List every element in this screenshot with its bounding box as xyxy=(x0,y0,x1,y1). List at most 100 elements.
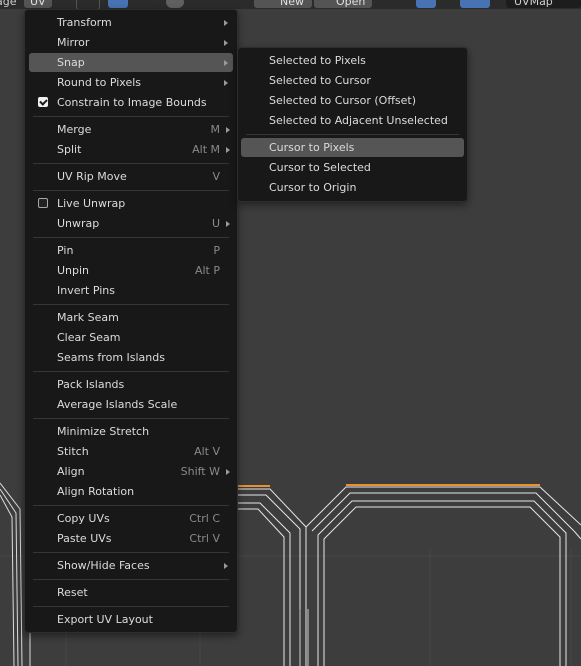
menu-item-unwrap[interactable]: Unwrap U xyxy=(29,214,233,233)
menu-item-transform[interactable]: Transform xyxy=(29,13,233,32)
menu-item-label: Average Islands Scale xyxy=(57,398,178,411)
menu-separator xyxy=(33,116,229,117)
menu-item-copy-uvs[interactable]: Copy UVs Ctrl C xyxy=(29,509,233,528)
menu-item-label: Cursor to Pixels xyxy=(269,141,355,154)
menu-item-snap[interactable]: Snap xyxy=(29,53,233,72)
menu-item-shortcut: Alt P xyxy=(194,264,220,277)
menu-item-label: Pin xyxy=(57,244,74,257)
editor-header: age UV New Open UVMap xyxy=(0,0,581,9)
new-image-label: New xyxy=(280,0,304,8)
menu-item-align-rotation[interactable]: Align Rotation xyxy=(29,482,233,501)
new-image-button[interactable]: New xyxy=(254,0,312,8)
menu-item-live-unwrap[interactable]: Live Unwrap xyxy=(29,194,233,213)
menu-item-label: Transform xyxy=(57,16,112,29)
submenu-arrow-icon xyxy=(224,80,228,86)
uv-map-selector[interactable]: UVMap xyxy=(506,0,581,8)
grid-select-icon[interactable] xyxy=(130,0,154,8)
checkbox-checked-icon[interactable] xyxy=(38,97,48,107)
menu-item-seams-from-islands[interactable]: Seams from Islands xyxy=(29,348,233,367)
menu-item-align[interactable]: Align Shift W xyxy=(29,462,233,481)
menu-item-split[interactable]: Split Alt M xyxy=(29,140,233,159)
uv-menu-label: UV xyxy=(30,0,46,8)
snap-item-selected-to-cursor[interactable]: Selected to Cursor xyxy=(241,71,464,90)
menu-item-shortcut: Alt V xyxy=(194,445,220,458)
menu-item-label: Show/Hide Faces xyxy=(57,559,150,572)
menu-item-shortcut: Ctrl C xyxy=(189,512,220,525)
menu-item-label: Live Unwrap xyxy=(57,197,126,210)
menu-item-label: Unpin xyxy=(57,264,90,277)
snap-item-selected-to-cursor-offset[interactable]: Selected to Cursor (Offset) xyxy=(241,91,464,110)
menu-item-mirror[interactable]: Mirror xyxy=(29,33,233,52)
menu-separator xyxy=(33,579,229,580)
menu-separator xyxy=(33,606,229,607)
image-browse-icon[interactable] xyxy=(226,0,248,8)
menu-item-shortcut: Shift W xyxy=(180,465,220,478)
menu-item-label: Selected to Cursor xyxy=(269,74,371,87)
menu-item-merge[interactable]: Merge M xyxy=(29,120,233,139)
submenu-arrow-icon xyxy=(226,469,230,475)
menu-item-label: Align xyxy=(57,465,85,478)
uv-island-right xyxy=(305,486,581,666)
menu-item-label: Align Rotation xyxy=(57,485,135,498)
menu-item-clear-seam[interactable]: Clear Seam xyxy=(29,328,233,347)
submenu-arrow-icon xyxy=(224,60,228,66)
menu-item-constrain-to-image-bounds[interactable]: Constrain to Image Bounds xyxy=(29,93,233,112)
menu-item-average-islands-scale[interactable]: Average Islands Scale xyxy=(29,395,233,414)
menu-item-label: Copy UVs xyxy=(57,512,110,525)
snap-item-cursor-to-pixels[interactable]: Cursor to Pixels xyxy=(241,138,464,157)
menu-item-show-hide-faces[interactable]: Show/Hide Faces xyxy=(29,556,233,575)
menu-separator xyxy=(33,304,229,305)
menu-item-label: UV Rip Move xyxy=(57,170,127,183)
menu-separator xyxy=(33,418,229,419)
snap-item-selected-to-adjacent-unselected[interactable]: Selected to Adjacent Unselected xyxy=(241,111,464,130)
uv-menu-button[interactable]: UV xyxy=(24,0,52,8)
menu-item-label: Merge xyxy=(57,123,92,136)
snap-item-selected-to-pixels[interactable]: Selected to Pixels xyxy=(241,51,464,70)
menu-item-pin[interactable]: Pin P xyxy=(29,241,233,260)
snap-icon[interactable] xyxy=(460,0,490,8)
menu-separator xyxy=(33,371,229,372)
submenu-arrow-icon xyxy=(226,221,230,227)
uv-sticky-icon[interactable] xyxy=(416,0,436,8)
menu-item-unpin[interactable]: Unpin Alt P xyxy=(29,261,233,280)
submenu-arrow-icon xyxy=(226,127,230,133)
checkbox-unchecked-icon[interactable] xyxy=(38,198,48,208)
menu-item-label: Round to Pixels xyxy=(57,76,142,89)
menu-item-shortcut: U xyxy=(211,217,220,230)
menu-item-round-to-pixels[interactable]: Round to Pixels xyxy=(29,73,233,92)
menu-item-pack-islands[interactable]: Pack Islands xyxy=(29,375,233,394)
menu-item-label: Seams from Islands xyxy=(57,351,165,364)
snap-item-cursor-to-origin[interactable]: Cursor to Origin xyxy=(241,178,464,197)
menu-item-label: Split xyxy=(57,143,82,156)
menu-separator xyxy=(33,237,229,238)
pin-icon[interactable] xyxy=(380,0,394,8)
menu-item-shortcut: P xyxy=(213,244,220,257)
menu-item-label: Constrain to Image Bounds xyxy=(57,96,207,109)
menu-item-minimize-stretch[interactable]: Minimize Stretch xyxy=(29,422,233,441)
submenu-arrow-icon xyxy=(224,20,228,26)
submenu-arrow-icon xyxy=(224,563,228,569)
menu-item-invert-pins[interactable]: Invert Pins xyxy=(29,281,233,300)
menu-item-label: Cursor to Origin xyxy=(269,181,357,194)
select-box-icon[interactable] xyxy=(76,0,100,9)
menu-separator xyxy=(33,552,229,553)
menu-item-label: Reset xyxy=(57,586,88,599)
menu-item-label: Pack Islands xyxy=(57,378,125,391)
uv-menu: Transform Mirror Snap Round to Pixels Co… xyxy=(24,9,238,633)
menu-item-label: Export UV Layout xyxy=(57,613,153,626)
menu-item-label: Mark Seam xyxy=(57,311,119,324)
menu-item-paste-uvs[interactable]: Paste UVs Ctrl V xyxy=(29,529,233,548)
menu-item-stitch[interactable]: Stitch Alt V xyxy=(29,442,233,461)
submenu-arrow-icon xyxy=(224,40,228,46)
editor-mode-fragment[interactable]: age xyxy=(0,0,17,8)
menu-separator xyxy=(246,134,459,135)
proportional-edit-icon[interactable] xyxy=(166,0,184,8)
snap-item-cursor-to-selected[interactable]: Cursor to Selected xyxy=(241,158,464,177)
menu-item-mark-seam[interactable]: Mark Seam xyxy=(29,308,233,327)
open-image-button[interactable]: Open xyxy=(314,0,372,8)
menu-item-reset[interactable]: Reset xyxy=(29,583,233,602)
menu-item-shortcut: Ctrl V xyxy=(189,532,220,545)
menu-item-uv-rip-move[interactable]: UV Rip Move V xyxy=(29,167,233,186)
sync-select-icon[interactable] xyxy=(108,0,128,8)
menu-item-export-uv-layout[interactable]: Export UV Layout xyxy=(29,610,233,629)
